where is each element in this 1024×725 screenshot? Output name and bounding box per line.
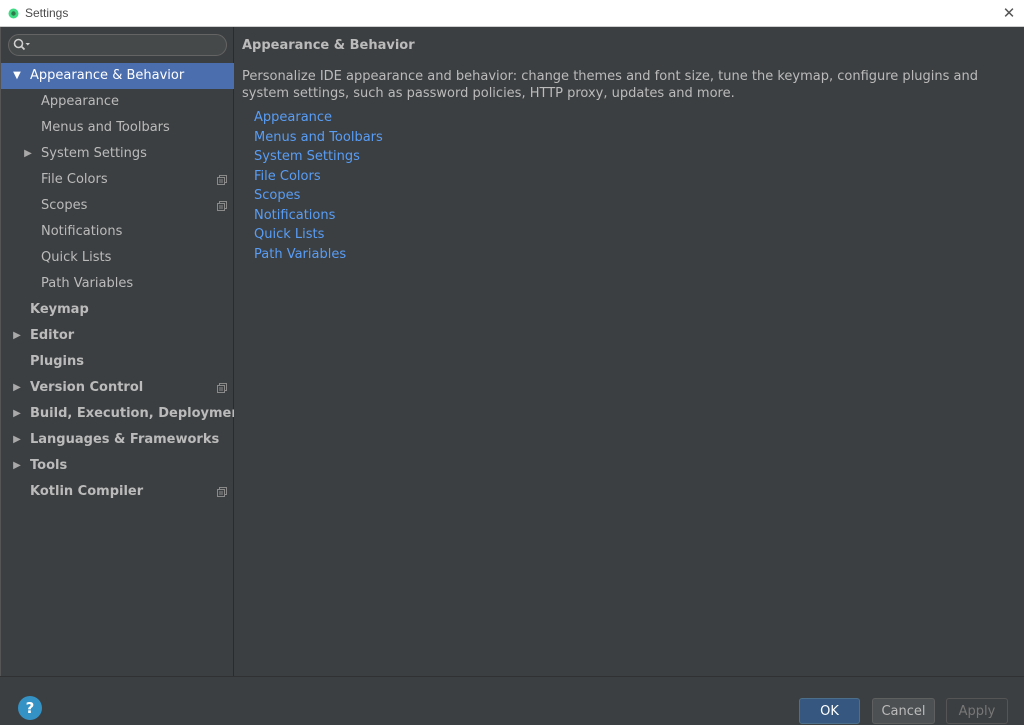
triangle-right-icon[interactable]: ▶ bbox=[11, 375, 23, 401]
settings-link-list: Appearance Menus and Toolbars System Setti… bbox=[254, 108, 383, 264]
project-config-icon bbox=[217, 487, 227, 497]
triangle-right-icon[interactable]: ▶ bbox=[11, 427, 23, 453]
tree-item-label: Languages & Frameworks bbox=[30, 432, 220, 447]
android-studio-icon bbox=[8, 8, 19, 19]
tree-item-kotlin-compiler[interactable]: Kotlin Compiler bbox=[1, 479, 234, 505]
tree-item-label: Path Variables bbox=[41, 276, 134, 291]
close-button[interactable]: ✕ bbox=[998, 2, 1020, 24]
help-icon: ? bbox=[25, 699, 35, 717]
tree-item-quick-lists[interactable]: Quick Lists bbox=[1, 245, 234, 271]
tree-item-label: System Settings bbox=[41, 146, 147, 161]
ok-button[interactable]: OK bbox=[799, 698, 860, 724]
tree-item-notifications[interactable]: Notifications bbox=[1, 219, 234, 245]
link-menus-and-toolbars[interactable]: Menus and Toolbars bbox=[254, 128, 383, 148]
tree-item-appearance-behavior[interactable]: ▼ Appearance & Behavior bbox=[1, 63, 234, 89]
tree-item-label: Menus and Toolbars bbox=[41, 120, 170, 135]
tree-item-label: File Colors bbox=[41, 172, 108, 187]
triangle-right-icon[interactable]: ▶ bbox=[11, 401, 23, 427]
title-bar: Settings ✕ bbox=[0, 0, 1024, 27]
tree-item-appearance[interactable]: Appearance bbox=[1, 89, 234, 115]
search-box[interactable] bbox=[8, 34, 227, 56]
tree-item-label: Tools bbox=[30, 458, 68, 473]
cancel-button[interactable]: Cancel bbox=[872, 698, 935, 724]
tree-item-label: Appearance bbox=[41, 94, 120, 109]
tree-item-menus-and-toolbars[interactable]: Menus and Toolbars bbox=[1, 115, 234, 141]
triangle-down-icon[interactable]: ▼ bbox=[11, 63, 23, 89]
help-button[interactable]: ? bbox=[18, 696, 42, 720]
apply-button[interactable]: Apply bbox=[946, 698, 1008, 724]
tree-item-version-control[interactable]: ▶ Version Control bbox=[1, 375, 234, 401]
link-system-settings[interactable]: System Settings bbox=[254, 147, 383, 167]
tree-item-file-colors[interactable]: File Colors bbox=[1, 167, 234, 193]
link-notifications[interactable]: Notifications bbox=[254, 206, 383, 226]
page-description: Personalize IDE appearance and behavior:… bbox=[242, 69, 979, 101]
search-icon[interactable] bbox=[13, 38, 31, 52]
tree-item-label: Plugins bbox=[30, 354, 84, 369]
tree-item-plugins[interactable]: Plugins bbox=[1, 349, 234, 375]
triangle-right-icon[interactable]: ▶ bbox=[22, 141, 34, 167]
settings-tree: ▼ Appearance & Behavior Appearance Menus an… bbox=[1, 63, 247, 505]
tree-item-scopes[interactable]: Scopes bbox=[1, 193, 234, 219]
triangle-right-icon[interactable]: ▶ bbox=[11, 323, 23, 349]
triangle-right-icon[interactable]: ▶ bbox=[11, 453, 23, 479]
tree-item-label: Build, Execution, Deployment bbox=[30, 406, 247, 421]
link-file-colors[interactable]: File Colors bbox=[254, 167, 383, 187]
tree-item-build-execution-deployment[interactable]: ▶ Build, Execution, Deployment bbox=[1, 401, 247, 427]
tree-item-keymap[interactable]: Keymap bbox=[1, 297, 234, 323]
link-appearance[interactable]: Appearance bbox=[254, 108, 383, 128]
close-icon: ✕ bbox=[1002, 4, 1016, 22]
tree-item-label: Editor bbox=[30, 328, 75, 343]
project-config-icon bbox=[217, 201, 227, 211]
tree-item-label: Quick Lists bbox=[41, 250, 112, 265]
tree-item-label: Version Control bbox=[30, 380, 144, 395]
tree-item-label: Scopes bbox=[41, 198, 88, 213]
window-title: Settings bbox=[25, 6, 69, 20]
settings-content: Appearance & Behavior Personalize IDE ap… bbox=[234, 27, 1024, 676]
tree-item-label: Notifications bbox=[41, 224, 123, 239]
project-config-icon bbox=[217, 175, 227, 185]
tree-item-label: Kotlin Compiler bbox=[30, 484, 144, 499]
tree-item-system-settings[interactable]: ▶ System Settings bbox=[1, 141, 234, 167]
project-config-icon bbox=[217, 383, 227, 393]
link-scopes[interactable]: Scopes bbox=[254, 186, 383, 206]
tree-item-label: Keymap bbox=[30, 302, 89, 317]
link-quick-lists[interactable]: Quick Lists bbox=[254, 225, 383, 245]
tree-item-label: Appearance & Behavior bbox=[30, 68, 185, 83]
dialog-button-bar: ? OK Cancel Apply bbox=[0, 676, 1024, 724]
page-title: Appearance & Behavior bbox=[242, 38, 415, 53]
settings-sidebar: ▼ Appearance & Behavior Appearance Menus an… bbox=[0, 27, 247, 676]
search-input[interactable] bbox=[37, 37, 217, 53]
link-path-variables[interactable]: Path Variables bbox=[254, 245, 383, 265]
tree-item-editor[interactable]: ▶ Editor bbox=[1, 323, 234, 349]
tree-item-tools[interactable]: ▶ Tools bbox=[1, 453, 234, 479]
tree-item-path-variables[interactable]: Path Variables bbox=[1, 271, 234, 297]
tree-item-languages-frameworks[interactable]: ▶ Languages & Frameworks bbox=[1, 427, 234, 453]
